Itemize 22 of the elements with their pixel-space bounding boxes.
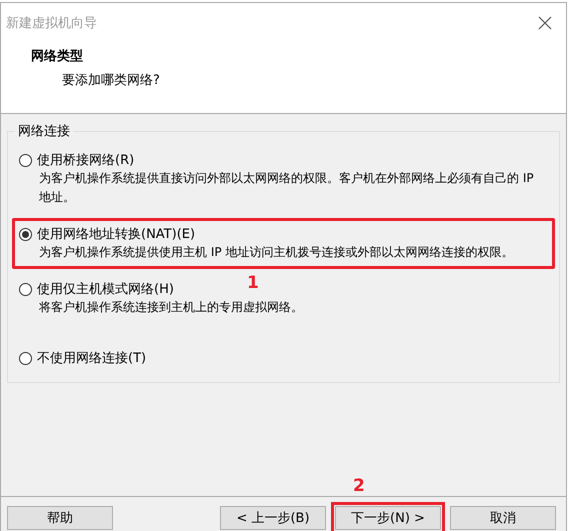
radio-button[interactable] <box>19 228 32 240</box>
page-subheading: 要添加哪类网络? <box>61 72 161 89</box>
option-label[interactable]: 不使用网络连接(T) <box>37 349 146 367</box>
close-icon[interactable] <box>538 16 552 30</box>
option-label[interactable]: 使用桥接网络(R) <box>37 151 134 169</box>
dialog-button[interactable]: 下一步(N) > <box>335 506 441 530</box>
option-description: 为客户机操作系统提供直接访问外部以太网网络的权限。客户机在外部网络上必须有自己的 IP 地址。 <box>38 170 535 206</box>
dialog-button[interactable]: 取消 <box>450 506 556 530</box>
page-heading: 网络类型 <box>31 48 84 65</box>
dialog-button[interactable]: < 上一步(B) <box>220 506 326 530</box>
radio-button[interactable] <box>19 154 32 166</box>
annotation-number: 1 <box>247 273 259 293</box>
option-description: 将客户机操作系统连接到主机上的专用虚拟网络。 <box>38 299 304 316</box>
dialog-button[interactable]: 帮助 <box>7 506 113 530</box>
option-description: 为客户机操作系统提供使用主机 IP 地址访问主机拨号连接或外部以太网网络连接的权限。 <box>38 244 514 261</box>
window-title: 新建虚拟机向导 <box>6 15 97 32</box>
group-title: 网络连接 <box>17 123 71 140</box>
annotation-number: 2 <box>353 476 365 496</box>
radio-button[interactable] <box>19 282 32 296</box>
option-label[interactable]: 使用网络地址转换(NAT)(E) <box>37 225 196 243</box>
option-label[interactable]: 使用仅主机模式网络(H) <box>37 280 174 298</box>
radio-button[interactable] <box>19 352 32 364</box>
